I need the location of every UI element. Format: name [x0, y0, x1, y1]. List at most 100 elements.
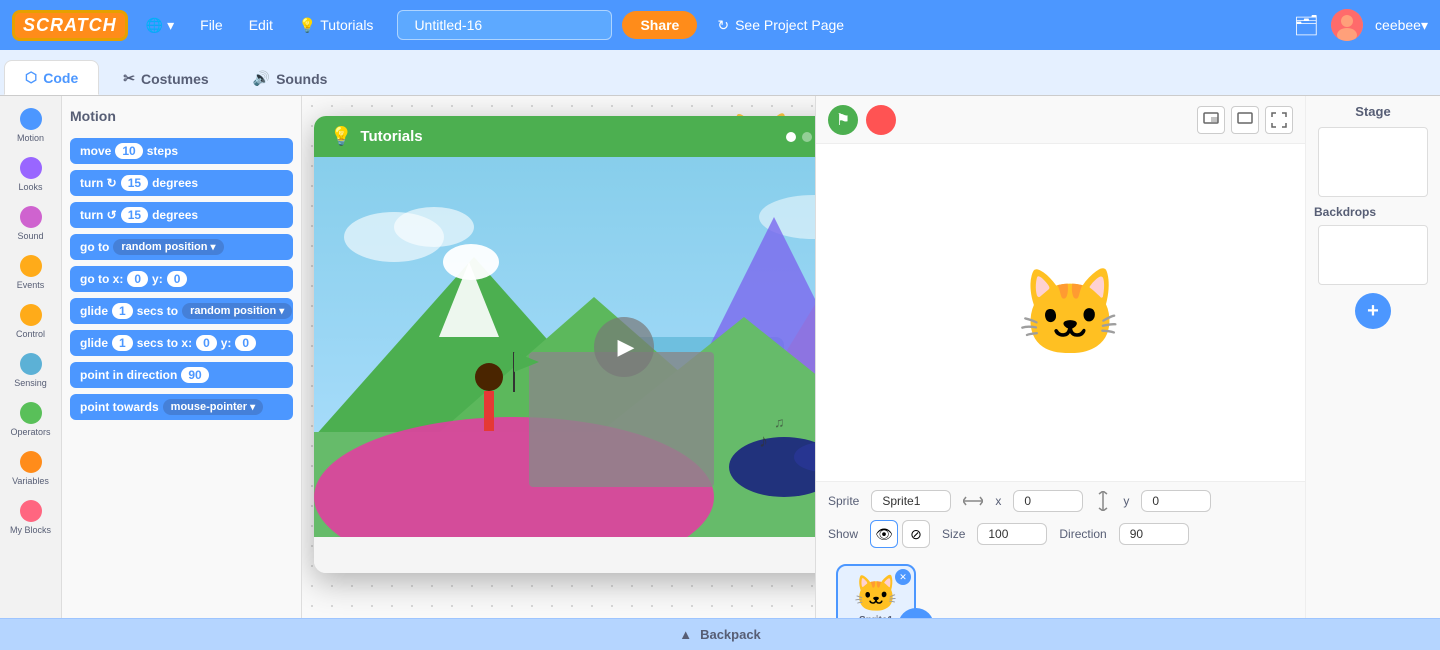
- show-visible-button[interactable]: 👁: [870, 520, 898, 548]
- stop-button[interactable]: [866, 105, 896, 135]
- stage-medium-layout[interactable]: [1231, 106, 1259, 134]
- costumes-tab-label: Costumes: [141, 71, 209, 87]
- category-variables[interactable]: Variables: [4, 447, 57, 490]
- block-goto[interactable]: go to random position: [70, 234, 293, 260]
- sprite-thumb-cat-icon: 🐱: [854, 573, 899, 615]
- tab-costumes[interactable]: ✂ Costumes: [103, 62, 228, 95]
- y-coord-input[interactable]: [1141, 490, 1211, 512]
- block-turn-ccw[interactable]: turn ↺ 15 degrees: [70, 202, 293, 228]
- medium-stage-icon: [1237, 112, 1253, 128]
- stage-controls: ⚑: [816, 96, 1305, 144]
- variables-dot: [20, 451, 42, 473]
- block-point-dir[interactable]: point in direction 90: [70, 362, 293, 388]
- tutorial-header: 💡 Tutorials Close ✕: [314, 116, 815, 157]
- tutorials-link[interactable]: 💡 Tutorials: [291, 13, 382, 38]
- category-looks[interactable]: Looks: [4, 153, 57, 196]
- category-operators[interactable]: Operators: [4, 398, 57, 441]
- green-flag-button[interactable]: ⚑: [828, 105, 858, 135]
- backdrop-thumbnail[interactable]: [1318, 225, 1428, 285]
- tutorials-icon: 💡: [299, 17, 316, 34]
- edit-menu[interactable]: Edit: [241, 13, 281, 37]
- block-turn-cw[interactable]: turn ↻ 15 degrees: [70, 170, 293, 196]
- sprite-info-row-1: Sprite x y: [828, 490, 1293, 512]
- folder-icon[interactable]: 🗂: [1294, 13, 1319, 38]
- tutorial-play-button[interactable]: [594, 317, 654, 377]
- svg-text:♫: ♫: [774, 414, 785, 430]
- tutorial-header-icon: 💡: [330, 126, 352, 147]
- sounds-tab-icon: 🔊: [253, 70, 270, 87]
- sensing-dot: [20, 353, 42, 375]
- svg-text:♪: ♪: [759, 431, 768, 451]
- tutorials-label: Tutorials: [320, 17, 373, 33]
- tab-bar: ⬡ Code ✂ Costumes 🔊 Sounds: [0, 50, 1440, 96]
- backdrops-label: Backdrops: [1314, 205, 1376, 219]
- size-label: Size: [942, 527, 965, 541]
- costumes-tab-icon: ✂: [123, 70, 135, 87]
- stage-layout-buttons: [1197, 106, 1293, 134]
- code-tab-label: Code: [43, 70, 78, 86]
- arrow-x-icon: [963, 493, 983, 509]
- block-categories-panel: Motion Looks Sound Events Control Sensin…: [0, 96, 62, 650]
- main-layout: Motion Looks Sound Events Control Sensin…: [0, 96, 1440, 650]
- tutorial-bottom-bar: ⊖ —: [314, 537, 815, 573]
- stage-thumbnail[interactable]: [1318, 127, 1428, 197]
- blocks-panel-title: Motion: [70, 104, 293, 128]
- tutorial-video-area: ♪ ♫ →: [314, 157, 815, 537]
- block-point-towards[interactable]: point towards mouse-pointer: [70, 394, 293, 420]
- sprite-remove-button[interactable]: ✕: [895, 569, 911, 585]
- category-myblocks[interactable]: My Blocks: [4, 496, 57, 539]
- username-label[interactable]: ceebee▾: [1375, 17, 1428, 34]
- tab-code[interactable]: ⬡ Code: [4, 60, 99, 95]
- script-area[interactable]: 🐱 💡 Tutorials Close ✕: [302, 96, 815, 650]
- show-hidden-button[interactable]: ⊘: [902, 520, 930, 548]
- category-motion[interactable]: Motion: [4, 104, 57, 147]
- block-move[interactable]: move 10 steps: [70, 138, 293, 164]
- block-glide-xy[interactable]: glide 1 secs to x: 0 y: 0: [70, 330, 293, 356]
- tutorial-scene-svg: ♪ ♫: [314, 157, 815, 537]
- tutorial-dot-2: [802, 132, 812, 142]
- size-input[interactable]: [977, 523, 1047, 545]
- category-sound[interactable]: Sound: [4, 202, 57, 245]
- sound-label: Sound: [17, 231, 43, 241]
- blocks-panel: Motion move 10 steps turn ↻ 15 degrees t…: [62, 96, 302, 650]
- events-dot: [20, 255, 42, 277]
- language-selector[interactable]: 🌐 ▾: [138, 13, 182, 38]
- stage-panel-label: Stage: [1355, 104, 1390, 119]
- show-label: Show: [828, 527, 858, 541]
- block-goto-xy[interactable]: go to x: 0 y: 0: [70, 266, 293, 292]
- add-backdrop-button[interactable]: +: [1355, 293, 1391, 329]
- stage-right-panel: Stage Backdrops +: [1305, 96, 1440, 650]
- sounds-tab-label: Sounds: [276, 71, 327, 87]
- sprite-name-input[interactable]: [871, 490, 951, 512]
- direction-label: Direction: [1059, 527, 1106, 541]
- operators-label: Operators: [10, 427, 50, 437]
- see-project-page-link[interactable]: ↻ See Project Page: [707, 13, 854, 38]
- stage-small-layout[interactable]: [1197, 106, 1225, 134]
- scratch-logo[interactable]: SCRATCH: [12, 10, 128, 41]
- sprite-name-label: Sprite: [828, 494, 859, 508]
- backpack-arrow: ▲: [679, 627, 692, 642]
- direction-input[interactable]: [1119, 523, 1189, 545]
- stage-canvas: 🐱: [816, 144, 1305, 481]
- show-buttons: 👁 ⊘: [870, 520, 930, 548]
- x-coord-label: x: [995, 494, 1001, 508]
- block-glide-pos[interactable]: glide 1 secs to random position: [70, 298, 293, 324]
- share-button[interactable]: Share: [622, 11, 697, 39]
- tutorial-progress-dots: [786, 132, 815, 142]
- control-dot: [20, 304, 42, 326]
- tutorial-dot-1: [786, 132, 796, 142]
- stage-fullscreen[interactable]: [1265, 106, 1293, 134]
- x-coord-input[interactable]: [1013, 490, 1083, 512]
- category-control[interactable]: Control: [4, 300, 57, 343]
- project-title-input[interactable]: [397, 10, 612, 40]
- backpack-bar[interactable]: ▲ Backpack: [0, 618, 1440, 650]
- variables-label: Variables: [12, 476, 49, 486]
- user-avatar[interactable]: [1331, 9, 1363, 41]
- file-menu[interactable]: File: [192, 13, 231, 37]
- myblocks-dot: [20, 500, 42, 522]
- category-sensing[interactable]: Sensing: [4, 349, 57, 392]
- category-events[interactable]: Events: [4, 251, 57, 294]
- tab-sounds[interactable]: 🔊 Sounds: [233, 62, 348, 95]
- avatar-image: [1331, 9, 1363, 41]
- small-stage-icon: [1203, 112, 1219, 128]
